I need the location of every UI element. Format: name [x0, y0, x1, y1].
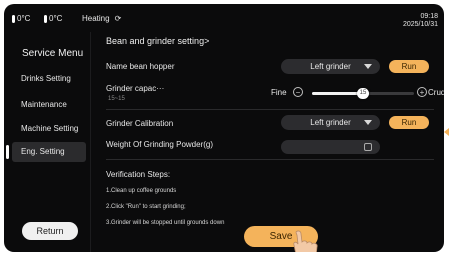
heating-status: Heating ⟳ — [82, 14, 121, 23]
chevron-down-icon — [364, 64, 372, 69]
sidebar-item-eng-setting[interactable]: Eng. Setting — [6, 142, 86, 162]
decrease-button[interactable]: − — [293, 87, 303, 97]
main-panel: Bean and grinder setting> Name bean hopp… — [104, 32, 444, 252]
chevron-down-icon — [364, 120, 372, 125]
clock-time: 09:18 — [420, 13, 438, 20]
sidebar-item-drinks-setting[interactable]: Drinks Setting — [12, 69, 86, 89]
divider — [106, 159, 434, 160]
verification-title: Verification Steps: — [106, 170, 171, 179]
sidebar: Service Menu Drinks Setting Maintenance … — [4, 32, 90, 252]
grinder-capacity-label: Grinder capac··· — [106, 84, 165, 93]
sidebar-item-maintenance[interactable]: Maintenance — [12, 95, 86, 115]
temperature-2-value: 0°C — [49, 14, 63, 23]
grinder-calibration-run-button[interactable]: Run — [389, 116, 429, 129]
heating-label: Heating — [82, 14, 110, 23]
keypad-icon — [364, 143, 372, 151]
crude-label: Crude — [428, 88, 444, 97]
sidebar-title: Service Menu — [22, 48, 84, 59]
verification-step: 3.Grinder will be stopped until grounds … — [106, 220, 225, 226]
divider — [106, 109, 434, 110]
chevron-left-icon[interactable] — [444, 128, 449, 136]
temperature-1-value: 0°C — [17, 14, 31, 23]
status-bar: 0°C 0°C Heating ⟳ 09:18 2025/10/31 — [4, 4, 444, 32]
thermometer-icon — [12, 14, 15, 23]
slider-track[interactable]: 15 — [312, 88, 414, 99]
verification-step: 2.Click "Run" to start grinding; — [106, 204, 186, 210]
grinder-calibration-select-value: Left grinder — [310, 118, 351, 127]
slider-fill — [312, 92, 363, 95]
bean-hopper-label: Name bean hopper — [106, 62, 175, 71]
grinder-calibration-label: Grinder Calibration — [106, 119, 174, 128]
grinder-calibration-select[interactable]: Left grinder — [281, 115, 380, 130]
return-button[interactable]: Return — [22, 222, 78, 240]
touch-screen: 0°C 0°C Heating ⟳ 09:18 2025/10/31 Servi… — [4, 4, 444, 252]
grinder-capacity-slider[interactable]: Fine − 15 + Crude — [271, 86, 444, 100]
pointing-hand-icon — [293, 230, 318, 252]
verification-step: 1.Clean up coffee grounds — [106, 188, 177, 194]
page-title: Bean and grinder setting> — [106, 36, 210, 46]
weight-input[interactable] — [281, 140, 380, 154]
thermometer-icon — [44, 14, 47, 23]
bean-hopper-select[interactable]: Left grinder — [281, 59, 380, 74]
sidebar-divider — [90, 32, 91, 252]
slider-thumb[interactable]: 15 — [357, 88, 369, 99]
increase-button[interactable]: + — [417, 87, 427, 97]
grinder-capacity-range: 15~15 — [108, 96, 125, 102]
clock: 09:18 2025/10/31 — [403, 13, 438, 29]
loading-icon: ⟳ — [114, 14, 122, 23]
temperature-2: 0°C — [44, 14, 62, 23]
weight-label: Weight Of Grinding Powder(g) — [106, 140, 214, 149]
fine-label: Fine — [271, 88, 287, 97]
bean-hopper-select-value: Left grinder — [310, 62, 351, 71]
sidebar-item-machine-setting[interactable]: Machine Setting — [12, 119, 86, 139]
bean-hopper-run-button[interactable]: Run — [389, 60, 429, 73]
clock-date: 2025/10/31 — [402, 21, 438, 28]
temperature-1: 0°C — [12, 14, 30, 23]
